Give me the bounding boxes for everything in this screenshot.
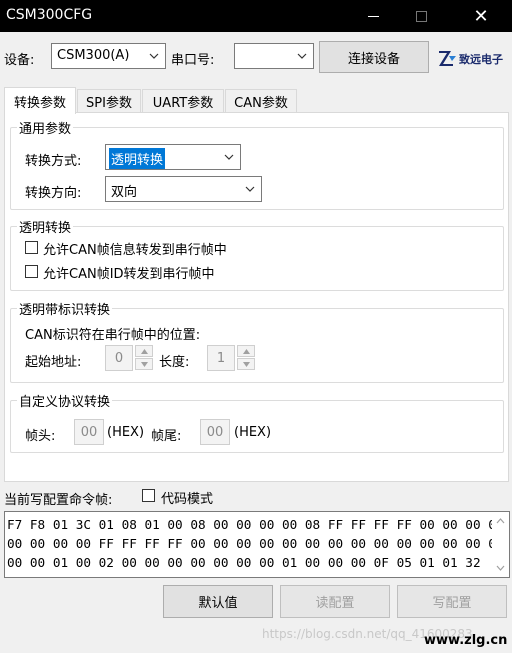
forward-frame-info-checkbox[interactable] xyxy=(25,241,38,254)
read-config-label: 读配置 xyxy=(315,596,355,611)
frame-head-label: 帧头: xyxy=(25,429,56,444)
start-address-label: 起始地址: xyxy=(25,355,82,370)
spin-down-button xyxy=(237,358,255,370)
logo-text: 致远电子 xyxy=(459,53,503,66)
tab-label: SPI参数 xyxy=(86,96,132,111)
conversion-direction-value: 双向 xyxy=(111,185,138,200)
chevron-down-icon xyxy=(297,53,307,59)
conversion-params-panel: 通用参数 转换方式: 透明转换 转换方向: 双向 透明转换 允许CAN帧信息转发… xyxy=(4,112,509,482)
group-title: 自定义协议转换 xyxy=(17,391,113,410)
device-label: 设备: xyxy=(4,53,35,68)
conversion-mode-select[interactable]: 透明转换 xyxy=(105,144,241,170)
command-vertical-scrollbar[interactable] xyxy=(492,512,509,577)
arrow-up-icon xyxy=(140,348,148,354)
identified-conversion-group: 透明带标识转换 CAN标识符在串行帧中的位置: 起始地址: 0 长度: 1 xyxy=(10,299,504,383)
zlg-logo-icon xyxy=(439,51,456,66)
minimize-button[interactable] xyxy=(350,0,396,32)
tab-conversion-params[interactable]: 转换参数 xyxy=(4,87,76,114)
default-values-button[interactable]: 默认值 xyxy=(163,585,273,618)
command-frame-textarea[interactable]: F7 F8 01 3C 01 08 01 00 08 00 00 00 00 0… xyxy=(4,511,510,578)
conversion-direction-select[interactable]: 双向 xyxy=(105,176,262,202)
spin-up-button xyxy=(237,345,255,357)
zlg-logo: 致远电子 xyxy=(437,47,509,69)
write-config-label: 写配置 xyxy=(432,596,472,611)
write-config-button: 写配置 xyxy=(397,585,507,618)
custom-protocol-group: 自定义协议转换 帧头: 00 (HEX) 帧尾: 00 (HEX) xyxy=(10,391,504,453)
chevron-down-icon xyxy=(245,186,255,192)
length-input: 1 xyxy=(207,345,235,371)
conversion-mode-label: 转换方式: xyxy=(25,154,82,169)
conversion-direction-label: 转换方向: xyxy=(25,186,82,201)
frame-tail-label: 帧尾: xyxy=(151,429,182,444)
device-select[interactable]: CSM300(A) xyxy=(51,43,166,69)
minimize-icon xyxy=(367,15,379,17)
tab-uart-params[interactable]: UART参数 xyxy=(142,89,224,113)
arrow-down-icon xyxy=(140,361,148,367)
forward-frame-info-label[interactable]: 允许CAN帧信息转发到串行帧中 xyxy=(43,239,227,258)
scroll-down-icon[interactable] xyxy=(496,565,505,571)
maximize-button xyxy=(398,0,444,32)
identifier-position-label: CAN标识符在串行帧中的位置: xyxy=(25,328,201,343)
start-address-input: 0 xyxy=(105,345,133,371)
conversion-mode-value: 透明转换 xyxy=(109,148,166,169)
forward-frame-id-checkbox[interactable] xyxy=(25,265,38,278)
read-config-button: 读配置 xyxy=(280,585,390,618)
arrow-down-icon xyxy=(242,361,250,367)
command-line: 00 00 00 00 FF FF FF FF 00 00 00 00 00 0… xyxy=(7,536,504,551)
close-button[interactable]: ✕ xyxy=(458,0,504,32)
serial-port-label: 串口号: xyxy=(171,53,215,68)
window-title: CSM300CFG xyxy=(6,7,93,23)
command-frame-label: 当前写配置命令帧: xyxy=(4,493,113,508)
frame-head-unit: (HEX) xyxy=(107,425,145,440)
close-icon: ✕ xyxy=(473,5,489,27)
connect-device-button[interactable]: 连接设备 xyxy=(319,41,429,73)
frame-head-input: 00 xyxy=(74,419,104,445)
command-frame-text: F7 F8 01 3C 01 08 01 00 08 00 00 00 00 0… xyxy=(7,515,504,572)
tab-can-params[interactable]: CAN参数 xyxy=(225,89,297,113)
scroll-up-icon[interactable] xyxy=(496,518,505,524)
tab-label: CAN参数 xyxy=(234,96,288,111)
code-mode-checkbox[interactable] xyxy=(142,489,155,502)
tab-label: 转换参数 xyxy=(13,95,66,111)
code-mode-label[interactable]: 代码模式 xyxy=(161,488,213,507)
device-select-value: CSM300(A) xyxy=(57,48,130,63)
tab-spi-params[interactable]: SPI参数 xyxy=(77,89,141,113)
site-url: www.zlg.cn xyxy=(424,633,508,648)
group-title: 透明带标识转换 xyxy=(17,299,113,318)
default-values-label: 默认值 xyxy=(198,596,238,611)
group-title: 通用参数 xyxy=(17,118,74,137)
maximize-icon xyxy=(415,10,427,22)
spin-up-button xyxy=(135,345,153,357)
transparent-conversion-group: 透明转换 允许CAN帧信息转发到串行帧中 允许CAN帧ID转发到串行帧中 xyxy=(10,217,504,291)
chevron-down-icon xyxy=(149,53,159,59)
connect-device-label: 连接设备 xyxy=(347,51,400,67)
length-label: 长度: xyxy=(159,355,190,370)
title-bar: CSM300CFG ✕ xyxy=(0,0,512,32)
tab-label: UART参数 xyxy=(152,96,214,111)
command-line: F7 F8 01 3C 01 08 01 00 08 00 00 00 00 0… xyxy=(7,517,504,532)
spin-down-button xyxy=(135,358,153,370)
serial-port-select[interactable] xyxy=(234,43,314,69)
command-line: 00 00 01 00 02 00 00 00 00 00 00 00 01 0… xyxy=(7,555,481,570)
frame-tail-unit: (HEX) xyxy=(234,425,272,440)
general-params-group: 通用参数 转换方式: 透明转换 转换方向: 双向 xyxy=(10,118,504,210)
frame-tail-input: 00 xyxy=(200,419,230,445)
arrow-up-icon xyxy=(242,348,250,354)
forward-frame-id-label[interactable]: 允许CAN帧ID转发到串行帧中 xyxy=(43,263,215,282)
group-title: 透明转换 xyxy=(17,217,74,236)
chevron-down-icon xyxy=(224,154,234,160)
